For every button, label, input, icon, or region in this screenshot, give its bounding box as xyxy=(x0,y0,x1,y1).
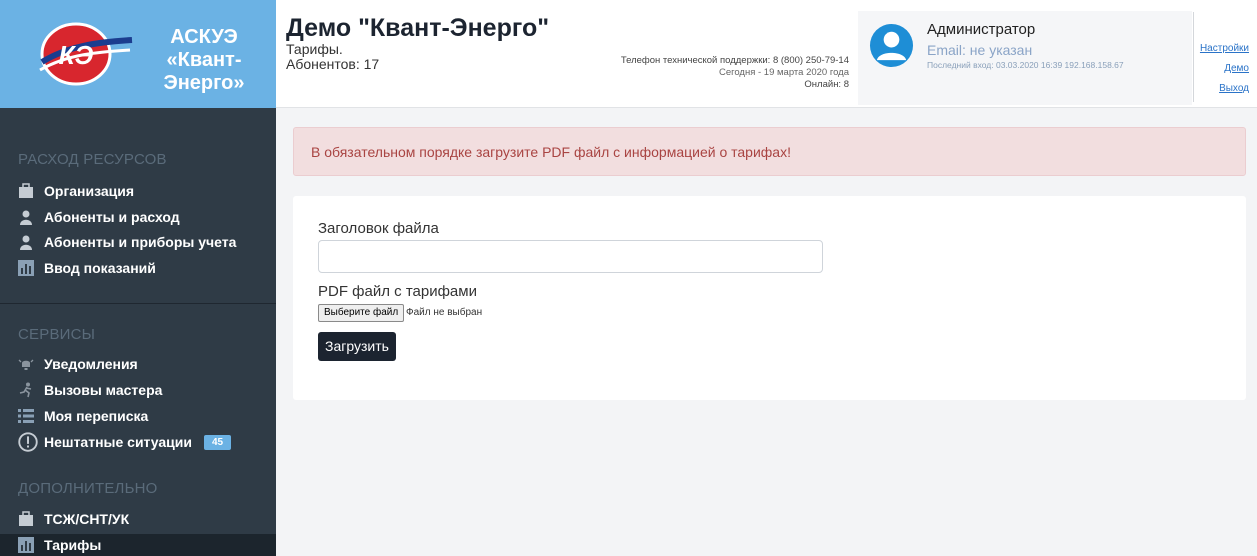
user-icon xyxy=(20,210,32,225)
support-phone: Телефон технической поддержки: 8 (800) 2… xyxy=(620,55,849,66)
sidebar-item-label: Нештатные ситуации xyxy=(44,434,192,450)
section-name: Тарифы. xyxy=(286,41,343,57)
choose-file-button[interactable]: Выберите файл xyxy=(318,304,405,322)
upload-button[interactable]: Загрузить xyxy=(318,332,396,361)
header-links: Настройки Демо Выход xyxy=(1193,12,1257,102)
briefcase-icon xyxy=(19,183,33,198)
sidebar-section-services: СЕРВИСЫ xyxy=(18,326,96,343)
bell-icon xyxy=(18,359,34,370)
sidebar-item-organization[interactable]: Организация xyxy=(18,179,276,203)
page-title: Демо "Квант-Энерго" xyxy=(286,14,550,42)
sidebar-item-label: Тарифы xyxy=(44,537,102,553)
sidebar-item-tariffs[interactable]: Тарифы xyxy=(18,533,276,556)
logo-line-2: «Квант- xyxy=(166,49,242,71)
user-email: Email: не указан xyxy=(927,42,1033,58)
sidebar-item-label: Уведомления xyxy=(44,356,138,372)
logo-line-1: АСКУЭ xyxy=(170,26,238,48)
sidebar-item-label: Абоненты и приборы учета xyxy=(44,234,237,250)
list-icon xyxy=(18,409,34,423)
pdf-file-label: PDF файл с тарифами xyxy=(318,283,477,300)
sidebar-item-label: Абоненты и расход xyxy=(44,209,180,225)
warning-circle-icon xyxy=(18,432,38,452)
logo-line-3: Энерго» xyxy=(163,72,245,94)
sidebar-item-label: Организация xyxy=(44,183,135,199)
file-status-text: Файл не выбран xyxy=(406,307,483,318)
sidebar-item-notifications[interactable]: Уведомления xyxy=(18,352,276,376)
running-person-icon xyxy=(19,382,32,398)
sidebar-item-readings-input[interactable]: Ввод показаний xyxy=(18,256,276,280)
sidebar-item-subscribers-consumption[interactable]: Абоненты и расход xyxy=(18,205,276,229)
app-root: КЭ АСКУЭ «Квант- Энерго» Демо "Квант-Эне… xyxy=(0,0,1257,556)
settings-link[interactable]: Настройки xyxy=(1194,39,1249,59)
briefcase-icon xyxy=(19,511,33,526)
required-upload-alert: В обязательном порядке загрузите PDF фай… xyxy=(293,127,1246,176)
file-title-label: Заголовок файла xyxy=(318,220,439,237)
sidebar-item-label: Ввод показаний xyxy=(44,260,156,276)
user-name: Администратор xyxy=(927,21,1036,38)
user-panel: Администратор Email: не указан Последний… xyxy=(858,11,1192,105)
sidebar-item-label: Вызовы мастера xyxy=(44,382,163,398)
upload-form-card: Заголовок файла PDF файл с тарифами Выбе… xyxy=(293,196,1246,400)
emblem-letters: КЭ xyxy=(59,40,94,70)
page-subtitle: Тарифы. Абонентов: 17 xyxy=(286,42,379,72)
sidebar-item-subscribers-meters[interactable]: Абоненты и приборы учета xyxy=(18,230,276,254)
logo-block[interactable]: КЭ АСКУЭ «Квант- Энерго» xyxy=(0,0,276,108)
support-info: Телефон технической поддержки: 8 (800) 2… xyxy=(621,55,849,91)
demo-link[interactable]: Демо xyxy=(1194,59,1249,79)
top-header: Демо "Квант-Энерго" Тарифы. Абонентов: 1… xyxy=(276,0,1257,108)
sidebar-item-label: ТСЖ/СНТ/УК xyxy=(44,511,130,527)
subscriber-count: Абонентов: 17 xyxy=(286,56,380,72)
sidebar-item-label: Моя переписка xyxy=(44,408,149,424)
online-count: Онлайн: 8 xyxy=(804,79,849,90)
sidebar: РАСХОД РЕСУРСОВ Организация Абоненты и р… xyxy=(0,108,276,556)
sidebar-divider xyxy=(0,303,276,304)
sidebar-item-hoa[interactable]: ТСЖ/СНТ/УК xyxy=(18,507,276,531)
sidebar-item-my-correspondence[interactable]: Моя переписка xyxy=(18,404,276,428)
user-icon xyxy=(20,235,32,250)
avatar-icon xyxy=(869,23,914,68)
logout-link[interactable]: Выход xyxy=(1194,79,1249,99)
file-title-input[interactable] xyxy=(318,240,823,273)
company-emblem-icon: КЭ xyxy=(39,22,133,86)
emergencies-count-badge: 45 xyxy=(203,434,232,450)
sidebar-item-emergencies[interactable]: Нештатные ситуации 45 xyxy=(18,430,276,454)
current-date: Сегодня - 19 марта 2020 года xyxy=(718,67,849,78)
last-login: Последний вход: 03.03.2020 16:39 192.168… xyxy=(927,60,1124,70)
bar-chart-icon xyxy=(18,260,34,276)
sidebar-item-master-calls[interactable]: Вызовы мастера xyxy=(18,378,276,402)
logo-text: АСКУЭ «Квант- Энерго» xyxy=(140,26,268,95)
sidebar-section-additional: ДОПОЛНИТЕЛЬНО xyxy=(18,480,158,497)
sidebar-section-resources: РАСХОД РЕСУРСОВ xyxy=(18,151,167,168)
bar-chart-icon xyxy=(18,537,34,553)
